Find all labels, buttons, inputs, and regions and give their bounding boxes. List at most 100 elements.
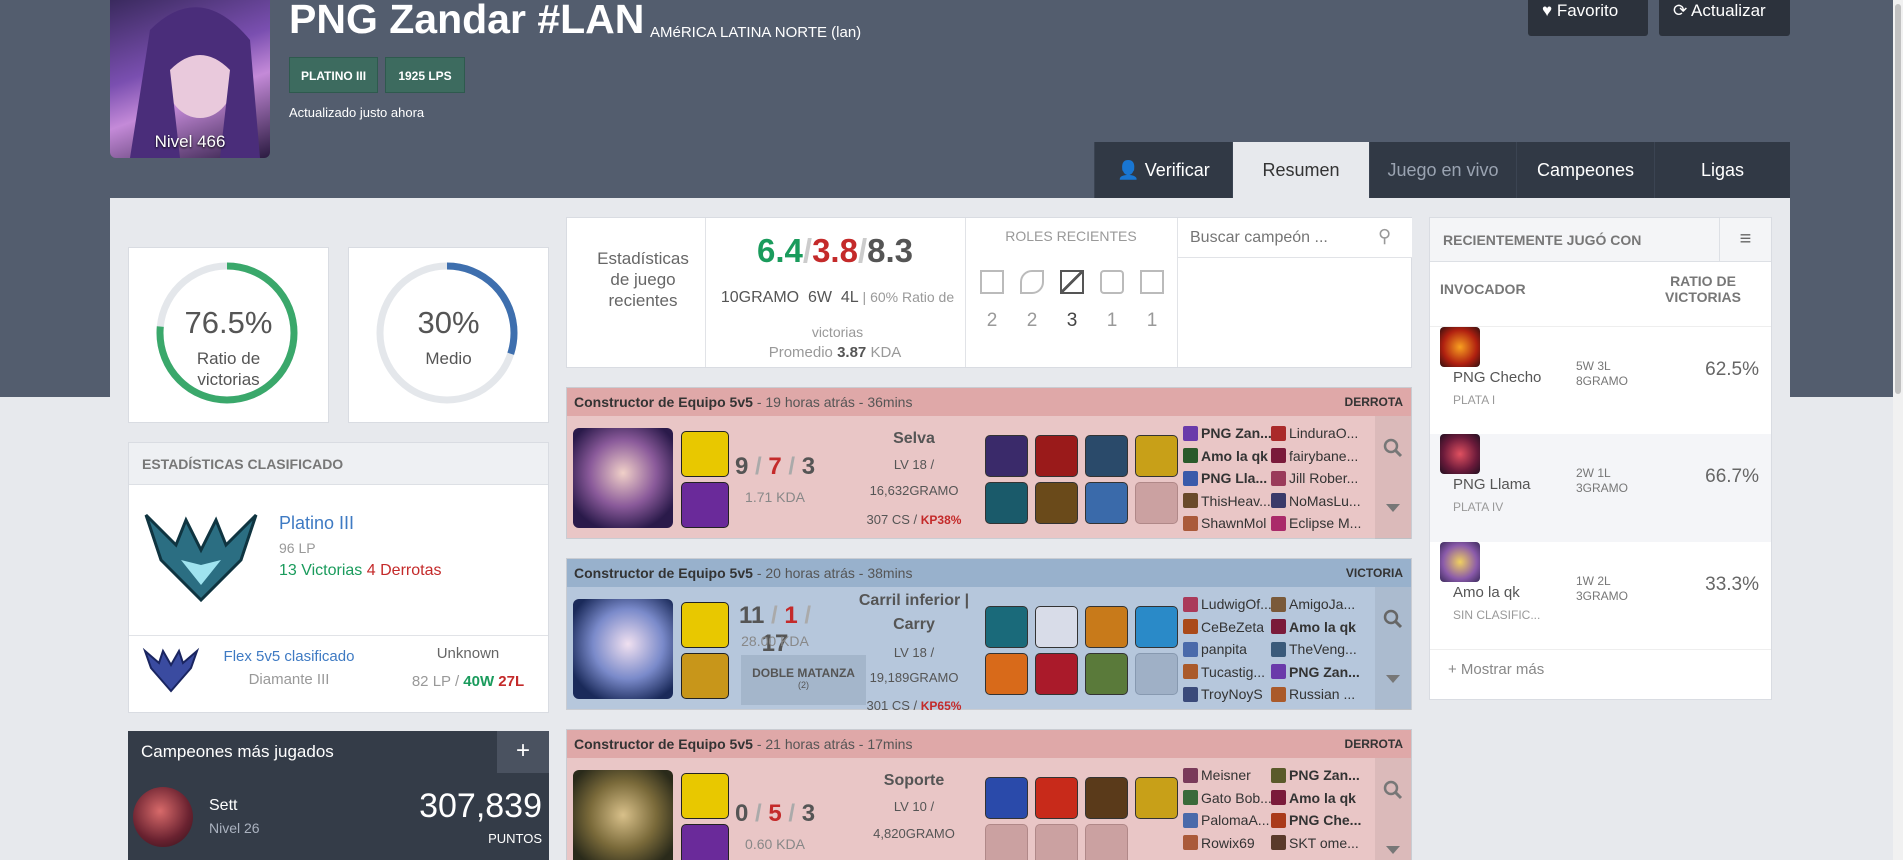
- team-blue-list: LudwigOf... CeBeZeta panpita Tucastig...…: [1183, 593, 1275, 706]
- expand-chevron-icon[interactable]: [1386, 675, 1400, 683]
- player-name: PNG Che...: [1289, 812, 1362, 828]
- player-name[interactable]: PNG Checho: [1453, 369, 1541, 386]
- show-more-link[interactable]: + Mostrar más: [1448, 661, 1544, 678]
- refresh-icon: ⟳: [1673, 1, 1688, 20]
- player-row[interactable]: Jill Rober...: [1271, 467, 1371, 490]
- player-row[interactable]: panpita: [1183, 638, 1275, 661]
- expand-chevron-icon[interactable]: [1386, 846, 1400, 854]
- tab-champions[interactable]: Campeones: [1516, 142, 1654, 198]
- match-gold: 16,632GRAMO: [869, 483, 959, 498]
- champion-icon: [133, 787, 193, 847]
- match-sep: -: [756, 736, 762, 752]
- match-card[interactable]: Constructor de Equipo 5v5 - 20 horas atr…: [566, 558, 1412, 713]
- refresh-button[interactable]: ⟳ Actualizar: [1659, 0, 1790, 36]
- mid-role-icon: [1060, 270, 1084, 294]
- player-row[interactable]: Amo la qk: [1271, 787, 1371, 810]
- player-row[interactable]: TroyNoyS: [1183, 683, 1275, 706]
- ward-icon: [1135, 435, 1178, 477]
- search-icon[interactable]: ⚲: [1378, 226, 1391, 247]
- player-row[interactable]: ShawnMol: [1183, 512, 1275, 535]
- flex-label[interactable]: Flex 5v5 clasificado: [209, 648, 369, 665]
- player-row[interactable]: PNG Zan...: [1271, 764, 1371, 787]
- match-queue: Constructor de Equipo 5v5: [574, 394, 753, 410]
- player-row[interactable]: SKT ome...: [1271, 832, 1371, 855]
- match-card[interactable]: Constructor de Equipo 5v5 - 21 horas atr…: [566, 729, 1412, 860]
- flex-tier: Diamante III: [248, 671, 330, 688]
- tab-summary[interactable]: Resumen: [1232, 142, 1369, 198]
- mastery-points-label: PUNTOS: [488, 831, 542, 846]
- match-kp: KP65%: [920, 699, 962, 713]
- match-duration: 17mins: [867, 736, 913, 752]
- games-ratio: | 60% Ratio de victorias: [811, 289, 955, 340]
- player-row[interactable]: Amo la qk: [1271, 616, 1371, 639]
- roles-icons: [972, 270, 1172, 294]
- player-row[interactable]: Rowix69: [1183, 832, 1275, 855]
- player-row[interactable]: Tucastig...: [1183, 661, 1275, 684]
- avatar: Nivel 466: [110, 0, 270, 158]
- level-label: Nivel 466: [154, 132, 226, 151]
- heart-icon: ♥: [1542, 1, 1553, 20]
- team-red-list: PNG Zan... Amo la qk PNG Che... SKT ome.…: [1271, 764, 1371, 854]
- mastery-points: 307,839: [419, 787, 542, 825]
- champion-search-input[interactable]: [1178, 218, 1412, 258]
- heal-spell-icon: [681, 653, 729, 699]
- player-row[interactable]: PNG Checho PLATA I 5W 3L 8GRAMO 62.5%: [1430, 326, 1771, 434]
- player-row[interactable]: Russian ...: [1271, 683, 1371, 706]
- match-sep: -: [858, 394, 864, 410]
- match-gold: 19,189GRAMO: [869, 670, 959, 685]
- search-icon[interactable]: [1383, 780, 1403, 800]
- player-row[interactable]: PNG Zan...: [1271, 661, 1371, 684]
- search-icon[interactable]: [1383, 438, 1403, 458]
- item-icon: [1085, 606, 1128, 648]
- player-row[interactable]: PNG Llama PLATA IV 2W 1L 3GRAMO 66.7%: [1430, 434, 1771, 542]
- player-row[interactable]: Gato Bob...: [1183, 787, 1275, 810]
- tab-leagues[interactable]: Ligas: [1654, 142, 1790, 198]
- player-record: 5W 3L: [1576, 359, 1611, 373]
- player-row[interactable]: AmigoJa...: [1271, 593, 1371, 616]
- match-card[interactable]: Constructor de Equipo 5v5 - 19 horas atr…: [566, 387, 1412, 539]
- player-row[interactable]: Meisner: [1183, 764, 1275, 787]
- player-name: AmigoJa...: [1289, 596, 1356, 612]
- player-row[interactable]: ThisHeav...: [1183, 490, 1275, 513]
- match-header: Constructor de Equipo 5v5 - 20 horas atr…: [567, 559, 1411, 587]
- player-row[interactable]: TheVeng...: [1271, 638, 1371, 661]
- refresh-label: Actualizar: [1691, 1, 1766, 20]
- player-row[interactable]: PNG Lla...: [1183, 467, 1275, 490]
- player-record: 2W 1L: [1576, 466, 1611, 480]
- player-row[interactable]: CeBeZeta: [1183, 616, 1275, 639]
- match-gold: 4,820GRAMO: [873, 826, 955, 841]
- search-icon[interactable]: [1383, 609, 1403, 629]
- match-ago: 21 horas atrás: [765, 736, 855, 752]
- page-scrollbar[interactable]: [1893, 0, 1903, 860]
- player-row[interactable]: PNG Zan...: [1183, 422, 1275, 445]
- match-kda-ratio: 28.00 KDA: [741, 633, 809, 649]
- ranked-card: ESTADÍSTICAS CLASIFICADO Platino III 96 …: [128, 442, 549, 713]
- player-name[interactable]: Amo la qk: [1453, 584, 1520, 601]
- item-icon: [1085, 435, 1128, 477]
- add-button[interactable]: +: [497, 731, 549, 773]
- favorite-button[interactable]: ♥ Favorito: [1528, 0, 1648, 36]
- tab-verify[interactable]: 👤 Verificar: [1094, 142, 1232, 198]
- player-row[interactable]: LinduraO...: [1271, 422, 1371, 445]
- player-name: NoMasLu...: [1289, 492, 1361, 509]
- champion-name[interactable]: Sett: [209, 797, 237, 815]
- player-row[interactable]: Amo la qk SIN CLASIFIC... 1W 2L 3GRAMO 3…: [1430, 542, 1771, 650]
- player-row[interactable]: Eclipse M...: [1271, 512, 1371, 535]
- player-row[interactable]: fairybane...: [1271, 445, 1371, 468]
- player-name[interactable]: PNG Llama: [1453, 476, 1531, 493]
- menu-icon[interactable]: ≡: [1719, 218, 1771, 262]
- expand-chevron-icon[interactable]: [1386, 504, 1400, 512]
- player-row[interactable]: NoMasLu...: [1271, 490, 1371, 513]
- ranked-tier[interactable]: Platino III: [279, 513, 354, 534]
- player-row[interactable]: LudwigOf...: [1183, 593, 1275, 616]
- match-deaths: 1: [784, 602, 798, 629]
- kda-slash: /: [857, 232, 868, 269]
- player-row[interactable]: PNG Che...: [1271, 809, 1371, 832]
- match-kda-ratio: 1.71 KDA: [745, 489, 805, 505]
- match-kda: 9 / 7 / 3: [734, 453, 816, 480]
- tab-live[interactable]: Juego en vivo: [1369, 142, 1516, 198]
- player-row[interactable]: PalomaA...: [1183, 809, 1275, 832]
- player-row[interactable]: Amo la qk: [1183, 445, 1275, 468]
- player-name: Jill Rober...: [1289, 470, 1359, 486]
- multikill-label: DOBLE MATANZA: [752, 666, 855, 680]
